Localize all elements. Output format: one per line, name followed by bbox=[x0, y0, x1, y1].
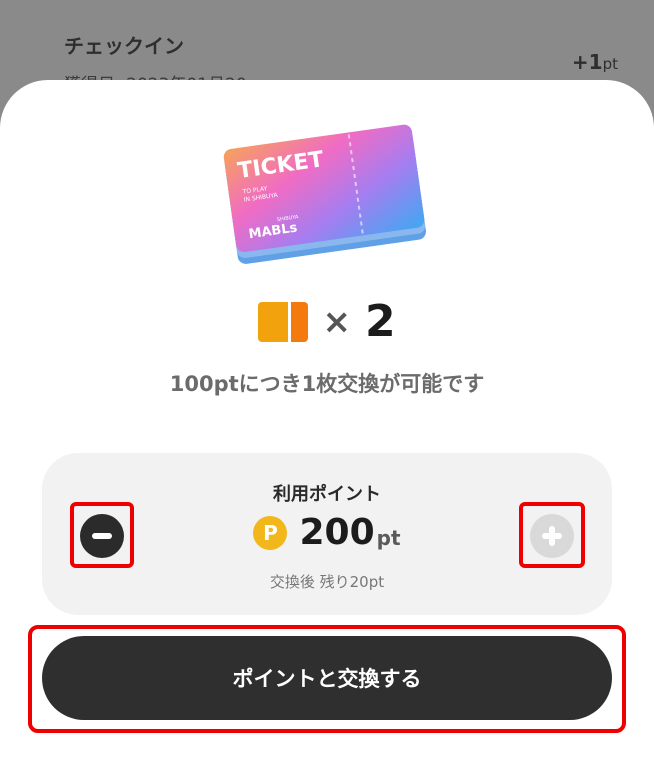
point-coin-icon: P bbox=[253, 515, 288, 550]
ticket-count-row: × 2 bbox=[0, 296, 654, 347]
points-unit: pt bbox=[376, 525, 401, 550]
background-points-unit: pt bbox=[602, 55, 618, 73]
ticket-icon bbox=[258, 301, 309, 342]
exchange-button-highlight bbox=[28, 625, 626, 733]
decrease-button-highlight bbox=[70, 502, 134, 568]
times-symbol: × bbox=[322, 301, 351, 342]
exchange-rate-text: 100ptにつき1枚交換が可能です bbox=[169, 372, 485, 396]
ticket-illustration: TICKET TO PLAY IN SHIBUYA SHIBUYA MABLs bbox=[222, 120, 432, 270]
points-value: 200 bbox=[299, 512, 375, 553]
ticket-count: 2 bbox=[364, 296, 396, 347]
background-item-points: +1pt bbox=[572, 50, 618, 74]
remaining-points-text: 交換後 残り20pt bbox=[269, 573, 385, 591]
background-points-value: +1 bbox=[571, 50, 603, 74]
increase-button-highlight bbox=[519, 502, 585, 568]
ticket-icon-left bbox=[258, 301, 289, 342]
background-item-title: チェックイン bbox=[64, 34, 184, 58]
ticket-icon-right bbox=[291, 301, 309, 342]
